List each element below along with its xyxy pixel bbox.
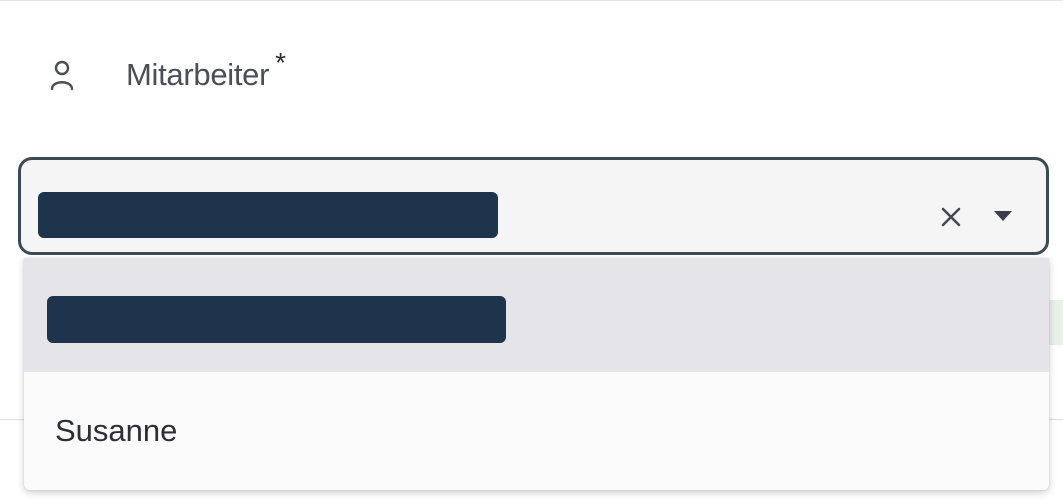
option-label-redacted bbox=[47, 296, 506, 343]
field-label-row: Mitarbeiter * bbox=[48, 47, 287, 100]
caret-down-icon[interactable] bbox=[988, 204, 1018, 228]
required-marker: * bbox=[275, 47, 287, 78]
dropdown-menu: Susanne bbox=[24, 258, 1049, 490]
selected-value-redacted bbox=[38, 192, 498, 238]
close-icon[interactable] bbox=[936, 202, 966, 232]
employee-select[interactable] bbox=[18, 157, 1049, 255]
person-icon bbox=[48, 57, 76, 93]
field-label: Mitarbeiter bbox=[126, 57, 270, 92]
option-label: Susanne bbox=[55, 413, 178, 448]
dropdown-option-highlighted[interactable] bbox=[24, 258, 1049, 372]
dropdown-option[interactable]: Susanne bbox=[24, 372, 1049, 490]
top-divider bbox=[0, 0, 1063, 1]
